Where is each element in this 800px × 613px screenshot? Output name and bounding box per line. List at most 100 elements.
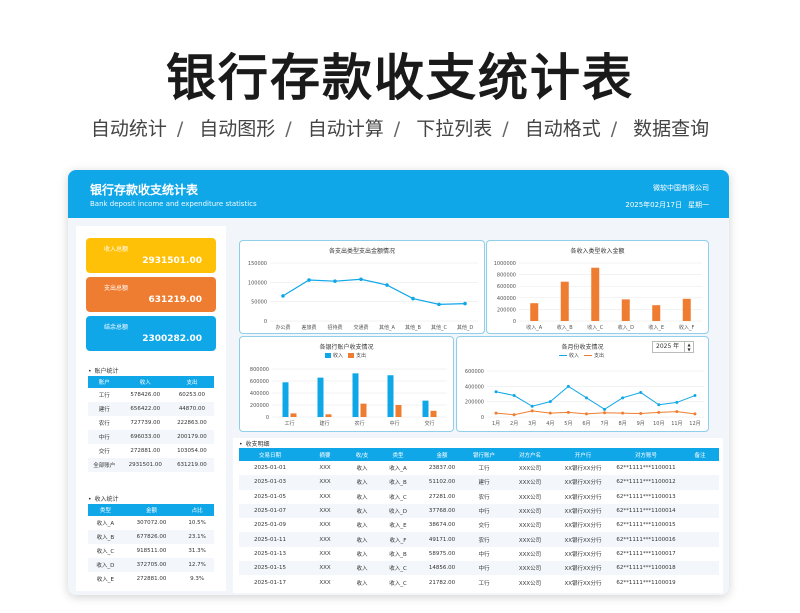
column-header: 备注 xyxy=(681,448,719,461)
table-row[interactable]: 2025-01-05 XXX 收入 收入_C 27281.00 农行 XXX公司 XX银行XX… xyxy=(239,490,719,504)
cell: 工行 xyxy=(478,580,490,587)
x-tick-label: 3月 xyxy=(528,421,536,427)
x-tick-label: 其他_D xyxy=(457,324,474,331)
cell: 收入_B xyxy=(375,475,421,490)
y-tick-label: 200000 xyxy=(465,400,484,406)
y-tick-label: 0 xyxy=(264,319,267,325)
cell: 62**1111***1100016 xyxy=(611,532,681,547)
cell: 23.1% xyxy=(180,530,214,544)
feature-item: 自动统计 xyxy=(90,118,167,140)
table-row: 收入_B 677826.00 23.1% xyxy=(88,530,214,544)
data-point xyxy=(621,396,625,400)
data-point xyxy=(566,384,570,388)
data-point xyxy=(307,278,311,282)
x-tick-label: 2月 xyxy=(510,421,518,427)
y-tick-label: 800000 xyxy=(250,367,269,373)
cell: 696033.00 xyxy=(120,430,170,444)
cell: XXX xyxy=(319,522,331,529)
weekday-text: 星期一 xyxy=(688,201,709,209)
cell xyxy=(681,532,719,547)
monthly-line-chart: 600000 400000 200000 0 1月 2月 3月 4月 5月 6月 7月 8月 9月 10月… xyxy=(465,369,704,427)
bar xyxy=(387,375,394,417)
cell: XXX公司 xyxy=(505,475,555,490)
cell: 21782.00 xyxy=(428,579,456,586)
cell: 62**1111***1100013 xyxy=(616,493,676,500)
cell: 建行 xyxy=(463,475,505,490)
cell: 2931501.00 xyxy=(120,458,170,472)
table-row[interactable]: 2025-01-11 XXX 收入 收入_F 49171.00 农行 XXX公司 XX银行XX… xyxy=(239,532,719,547)
x-tick-label: 招待费 xyxy=(327,324,342,331)
cell: 58975.00 xyxy=(428,550,456,557)
x-tick-label: 其他_A xyxy=(379,324,396,331)
cell: 交行 xyxy=(478,523,490,530)
cell: 2025-01-13 xyxy=(254,550,286,557)
cell: 中行 xyxy=(478,551,490,558)
series-line xyxy=(282,278,466,305)
column-header: 收入 xyxy=(120,376,170,388)
data-point xyxy=(281,294,285,298)
cell: 收入_E xyxy=(389,523,407,530)
cell: XXX公司 xyxy=(518,551,542,558)
table-row: 全部账户 2931501.00 631219.00 xyxy=(88,458,214,472)
bar xyxy=(560,281,569,321)
dashboard-window: 银行存款收支统计表 Bank deposit income and expend… xyxy=(68,170,729,595)
cell: 918511.00 xyxy=(136,548,167,554)
cell: XX银行XX分行 xyxy=(564,580,602,587)
column-header: 收/支 xyxy=(349,448,375,461)
table-row: 收入_E 272881.00 9.3% xyxy=(88,572,214,586)
data-point xyxy=(512,394,516,398)
x-tick-label: 收入_F xyxy=(679,324,695,331)
data-point xyxy=(566,410,570,414)
column-header: 对方户名 xyxy=(505,448,555,461)
y-tick-label: 600000 xyxy=(497,284,516,290)
cell: 收入_B xyxy=(88,530,123,544)
table-row[interactable]: 2025-01-07 XXX 收入 收入_D 37768.00 中行 XXX公司 XX银行XX… xyxy=(239,503,719,519)
x-tick-label: 1月 xyxy=(492,421,500,427)
table-row[interactable]: 2025-01-09 XXX 收入 收入_E 38674.00 交行 XXX公司 XX银行XX… xyxy=(239,518,719,532)
detail-table: 交易日期 摘要 收/支 类型 金额 银行账户 对方户名 开户行 对方账号 备注 2025-01-0… xyxy=(239,448,719,590)
cell xyxy=(681,561,719,576)
expense-type-chart-panel: 各支出类型支出金额情况 150000 100000 50000 0 办公费 差旅费 招待费交… xyxy=(239,240,485,334)
y-tick-label: 200000 xyxy=(497,307,516,313)
table-row[interactable]: 2025-01-03 XXX 收入 收入_B 51102.00 建行 XXX公司 XX银行XX… xyxy=(239,475,719,490)
y-tick-label: 400000 xyxy=(497,296,516,302)
cell: 51102.00 xyxy=(421,475,463,490)
cell: 工行 xyxy=(98,393,110,399)
cell xyxy=(681,503,719,519)
cell: 272881.00 xyxy=(130,448,161,454)
table-row[interactable]: 2025-01-01 XXX 收入 收入_A 23837.00 工行 XXX公司 XX银行XX… xyxy=(239,461,719,475)
cell: 27281.00 xyxy=(428,493,456,500)
table-row[interactable]: 2025-01-17 XXX 收入 收入_C 21782.00 工行 XXX公司 XX银行XX… xyxy=(239,575,719,589)
feature-item: 自动格式 xyxy=(524,118,601,140)
table-row: 工行 578426.00 60253.00 xyxy=(88,388,214,402)
balance-total-card: 结余总额 2300282.00 xyxy=(86,316,216,351)
data-point xyxy=(512,413,516,417)
cell: 收入 xyxy=(349,532,375,547)
y-tick-label: 0 xyxy=(481,415,484,421)
data-point xyxy=(437,302,441,307)
bar xyxy=(360,403,367,417)
date-display: 2025年02月17日 星期一 xyxy=(619,200,709,210)
bar xyxy=(290,413,297,417)
cell: XX银行XX分行 xyxy=(564,466,602,473)
y-tick-label: 0 xyxy=(513,319,516,325)
table-row: 收入_A 307072.00 10.5% xyxy=(88,516,214,530)
cell: 272881.00 xyxy=(136,576,167,582)
x-tick-label: 其他_B xyxy=(405,324,422,331)
x-tick-label: 建行 xyxy=(319,420,329,427)
table-row[interactable]: 2025-01-13 XXX 收入 收入_B 58975.00 中行 XXX公司 XX银行XX… xyxy=(239,547,719,561)
bar xyxy=(430,410,437,417)
data-point xyxy=(693,412,697,416)
cell: 200179.00 xyxy=(169,430,214,444)
cell: 2025-01-11 xyxy=(239,532,301,547)
y-tick-label: 0 xyxy=(266,415,269,421)
bar xyxy=(530,303,539,321)
cell: 62**1111***1100018 xyxy=(611,561,681,576)
detail-title: 收支明细 xyxy=(239,439,270,448)
cell: 收入 xyxy=(349,475,375,490)
bar xyxy=(352,373,359,417)
table-row: 中行 696033.00 200179.00 xyxy=(88,430,214,444)
table-row[interactable]: 2025-01-15 XXX 收入 收入_C 14856.00 中行 XXX公司 XX银行XX… xyxy=(239,561,719,576)
card-value: 2300282.00 xyxy=(142,334,202,344)
cell: 2025-01-07 xyxy=(239,503,301,519)
